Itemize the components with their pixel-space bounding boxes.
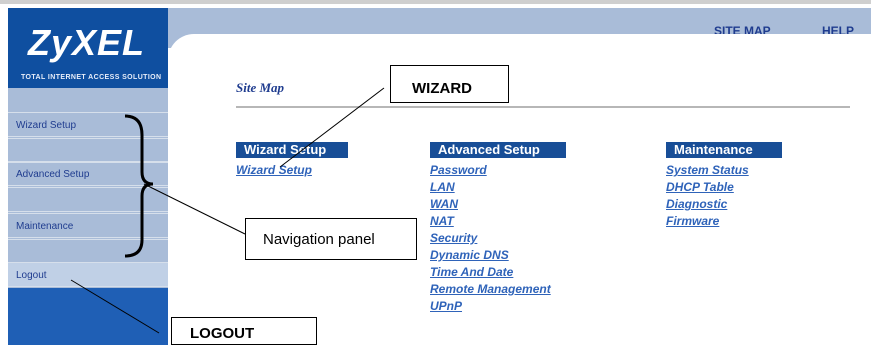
site-link-wan[interactable]: WAN <box>430 197 458 211</box>
site-link-nat[interactable]: NAT <box>430 214 454 228</box>
logout-callout-label: LOGOUT <box>190 325 255 342</box>
wizard-callout-label: WIZARD <box>412 80 472 97</box>
sidebar-item-maintenance-label: Maintenance <box>16 221 74 232</box>
wizard-callout: WIZARD <box>390 65 509 103</box>
section-header-maintenance: Maintenance <box>666 142 782 158</box>
sidebar-item-logout[interactable]: Logout <box>8 262 168 287</box>
sidebar-spacer <box>8 138 168 163</box>
site-link-system-status[interactable]: System Status <box>666 163 749 177</box>
navigation-panel-callout: Navigation panel <box>245 218 417 260</box>
site-link-dhcp-table[interactable]: DHCP Table <box>666 180 734 194</box>
sidebar-spacer <box>8 187 168 212</box>
logo-wordmark: ZyXEL <box>28 22 146 63</box>
site-link-upnp[interactable]: UPnP <box>430 299 462 313</box>
page-title: Site Map <box>236 80 285 95</box>
site-link-lan[interactable]: LAN <box>430 180 455 194</box>
site-link-firmware[interactable]: Firmware <box>666 214 719 228</box>
logout-callout: LOGOUT <box>171 317 317 345</box>
sidebar-spacer <box>8 239 168 264</box>
site-link-remote-management[interactable]: Remote Management <box>430 282 551 296</box>
sidebar-item-wizard-setup[interactable]: Wizard Setup <box>8 112 168 137</box>
site-link-diagnostic[interactable]: Diagnostic <box>666 197 727 211</box>
site-link-wizard-setup[interactable]: Wizard Setup <box>236 163 312 177</box>
sidebar-footer-block <box>8 288 168 345</box>
section-header-advanced-setup: Advanced Setup <box>430 142 566 158</box>
site-link-dynamic-dns[interactable]: Dynamic DNS <box>430 248 509 262</box>
section-header-wizard-setup: Wizard Setup <box>236 142 348 158</box>
navigation-panel-callout-label: Navigation panel <box>263 231 375 248</box>
logo-tagline: TOTAL INTERNET ACCESS SOLUTION <box>21 74 162 81</box>
router-web-configurator: SITE MAP HELP ZyXEL TOTAL INTERNET ACCES… <box>0 0 871 345</box>
zyxel-logo: ZyXEL TOTAL INTERNET ACCESS SOLUTION <box>8 8 168 88</box>
top-border <box>0 0 871 4</box>
sidebar-item-logout-label: Logout <box>16 270 47 281</box>
site-link-time-and-date[interactable]: Time And Date <box>430 265 513 279</box>
site-link-password[interactable]: Password <box>430 163 487 177</box>
sidebar-item-maintenance[interactable]: Maintenance <box>8 213 168 238</box>
site-link-security[interactable]: Security <box>430 231 477 245</box>
sidebar-item-advanced-setup-label: Advanced Setup <box>16 169 90 180</box>
sidebar-item-advanced-setup[interactable]: Advanced Setup <box>8 161 168 186</box>
title-divider <box>236 106 850 108</box>
sidebar-item-wizard-setup-label: Wizard Setup <box>16 120 77 131</box>
